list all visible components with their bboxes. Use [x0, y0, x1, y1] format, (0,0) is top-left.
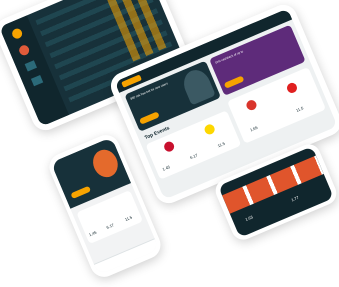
team-c-badge [244, 98, 259, 112]
devices-showcase: $50 risk free bet for new users 10% cash… [0, 0, 339, 287]
banner-right-headline: 10% cashback of up to [214, 49, 244, 65]
side-odd-1[interactable]: 1.65 [249, 125, 258, 133]
phone-odd-x[interactable]: 6.17 [106, 222, 115, 230]
event-odd-1[interactable]: 1.45 [162, 164, 171, 172]
right-phone-odd-1[interactable]: 1.63 [244, 214, 253, 222]
phone-bottom-nav [93, 238, 160, 276]
phone-promo-button[interactable] [70, 185, 92, 200]
team-b-badge [203, 122, 217, 136]
right-phone-odd-2[interactable]: 1.77 [290, 195, 299, 203]
event-odd-x[interactable]: 6.17 [189, 152, 198, 160]
mascot-image [88, 145, 122, 182]
team-d-badge [285, 81, 299, 95]
banner-right-button[interactable] [223, 75, 245, 89]
phone-odd-1[interactable]: 1.45 [88, 230, 97, 238]
phone-odd-2[interactable]: 11.5 [124, 215, 133, 223]
banner-left-button[interactable] [139, 111, 160, 125]
team-a-badge [162, 140, 176, 154]
player-image [179, 65, 216, 106]
side-odd-2[interactable]: 11.5 [295, 105, 304, 113]
event-odd-2[interactable]: 11.5 [217, 141, 226, 149]
